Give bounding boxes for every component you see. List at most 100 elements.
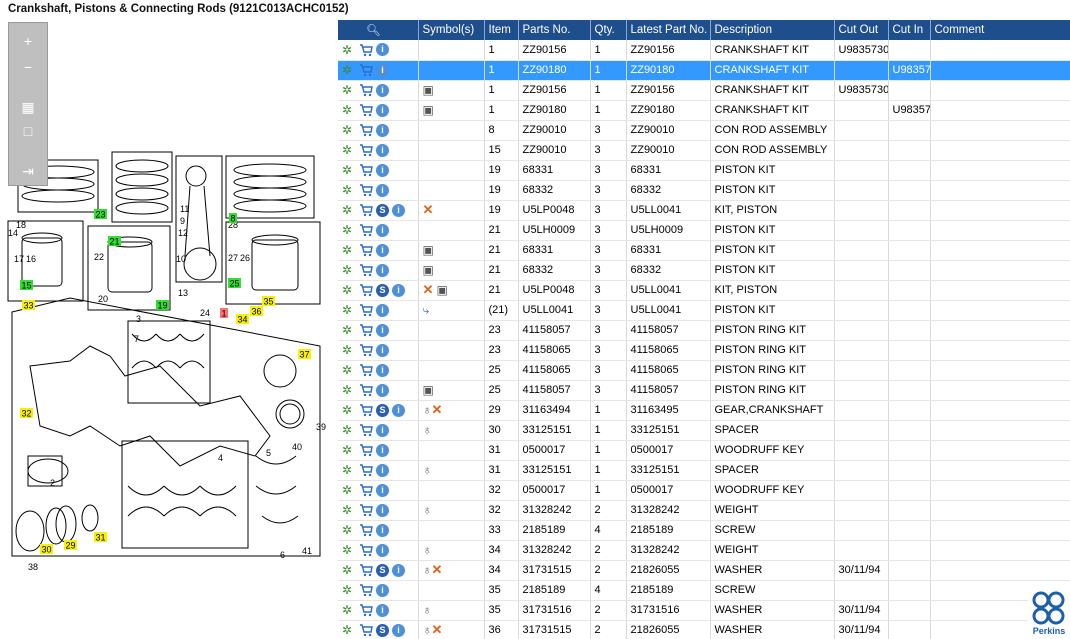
callout-label[interactable]: 21 [110,237,120,247]
cart-icon[interactable] [359,383,373,397]
table-row[interactable]: ✲ i 8 ZZ90010 3 ZZ90010 CON ROD ASSEMBLY [338,120,1070,141]
column-header[interactable]: Item [484,20,519,40]
gear-icon[interactable]: ✲ [342,483,356,497]
info-icon[interactable]: i [392,563,405,577]
cart-icon[interactable] [359,603,373,617]
s-info-icon[interactable]: S [376,283,389,297]
table-row[interactable]: ✲ i ♁ 31 33125151 1 33125151 SPACER [338,460,1070,481]
info-icon[interactable]: i [376,463,389,477]
table-row[interactable]: ✲ i ▣ 25 41158057 3 41158057 PISTON RING KIT [338,380,1070,401]
table-row[interactable]: ✲ Si ✕ 19 U5LP0048 3 U5LL0041 KIT, PISTON [338,200,1070,221]
gear-icon[interactable]: ✲ [342,303,356,317]
actual-size-icon[interactable]: □ [19,123,37,141]
superseded-icon[interactable]: ✕ [432,622,443,637]
info-icon[interactable]: i [376,123,389,137]
table-row[interactable]: ✲ i 1 ZZ90156 1 ZZ90156 CRANKSHAFT KIT U9835730 [338,40,1070,61]
cart-icon[interactable] [359,83,373,97]
callout-label[interactable]: 8 [231,214,236,224]
callout-label[interactable]: 32 [22,409,32,419]
table-row[interactable]: ✲ i ♁ 35 31731516 2 31731516 WASHER 30/11/94 [338,600,1070,621]
table-row[interactable]: ✲ i 31 0500017 1 0500017 WOODRUFF KEY [338,440,1070,461]
gear-icon[interactable]: ✲ [342,523,356,537]
gear-icon[interactable]: ✲ [342,363,356,377]
info-icon[interactable]: i [376,483,389,497]
info-icon[interactable]: i [376,43,389,57]
cart-icon[interactable] [359,123,373,137]
info-icon[interactable]: i [376,223,389,237]
info-icon[interactable]: i [376,583,389,597]
note-icon[interactable]: ♁ [423,563,432,577]
cart-icon[interactable] [359,563,373,577]
info-icon[interactable]: i [376,603,389,617]
info-icon[interactable]: i [376,303,389,317]
book-icon[interactable]: ▣ [423,383,434,397]
search-icon[interactable]: 🔍︎ [366,23,381,37]
column-header[interactable]: Qty. [590,20,627,40]
gear-icon[interactable]: ✲ [342,623,356,637]
table-row[interactable]: ✲ i ♁ 30 33125151 1 33125151 SPACER [338,420,1070,441]
cart-icon[interactable] [359,283,373,297]
callout-label[interactable]: 36 [252,307,262,317]
gear-icon[interactable]: ✲ [342,383,356,397]
cart-icon[interactable] [359,343,373,357]
callout-label[interactable]: 23 [96,210,106,220]
info-icon[interactable]: i [376,163,389,177]
cart-icon[interactable] [359,323,373,337]
gear-icon[interactable]: ✲ [342,603,356,617]
cart-icon[interactable] [359,483,373,497]
callout-label[interactable]: 30 [42,545,52,555]
s-info-icon[interactable]: S [376,563,389,577]
gear-icon[interactable]: ✲ [342,43,356,57]
info-icon[interactable]: i [392,203,405,217]
column-header[interactable]: Latest Part No. [626,20,711,40]
cart-icon[interactable] [359,523,373,537]
export-icon[interactable]: ⇥ [19,163,37,181]
gear-icon[interactable]: ✲ [342,143,356,157]
note-icon[interactable]: ♁ [423,623,432,637]
gear-icon[interactable]: ✲ [342,283,356,297]
table-row[interactable]: ✲ Si ✕ ▣ 21 U5LP0048 3 U5LL0041 KIT, PISTON [338,280,1070,301]
callout-label[interactable]: 1 [222,309,227,319]
cart-icon[interactable] [359,443,373,457]
book-icon[interactable]: ▣ [423,103,434,117]
table-row[interactable]: ✲ i ▣ 21 68332 3 68332 PISTON KIT [338,260,1070,281]
gear-icon[interactable]: ✲ [342,403,356,417]
book-icon[interactable]: ▣ [423,243,434,257]
cart-icon[interactable] [359,183,373,197]
info-icon[interactable]: i [392,403,405,417]
book-icon[interactable]: ▣ [423,263,434,277]
table-row[interactable]: ✲ i 33 2185189 4 2185189 SCREW [338,520,1070,541]
info-icon[interactable]: i [376,263,389,277]
info-icon[interactable]: i [376,443,389,457]
gear-icon[interactable]: ✲ [342,443,356,457]
table-row[interactable]: ✲ Si ♁✕ 36 31731515 2 21826055 WASHER 30/11/94 [338,620,1070,639]
info-icon[interactable]: i [376,183,389,197]
superseded-icon[interactable]: ✕ [432,562,443,577]
cart-icon[interactable] [359,103,373,117]
cart-icon[interactable] [359,303,373,317]
cart-icon[interactable] [359,263,373,277]
table-row[interactable]: ✲ i ▣ 21 68331 3 68331 PISTON KIT [338,240,1070,261]
gear-icon[interactable]: ✲ [342,503,356,517]
note-icon[interactable]: ♁ [423,463,432,477]
gear-icon[interactable]: ✲ [342,243,356,257]
column-header[interactable]: Comment [930,20,1070,40]
note-icon[interactable]: ♁ [423,503,432,517]
table-row[interactable]: ✲ Si ♁✕ 29 31163494 1 31163495 GEAR,CRANKSHAFT [338,400,1070,421]
cart-icon[interactable] [359,543,373,557]
callout-label[interactable]: 29 [66,541,76,551]
cart-icon[interactable] [359,583,373,597]
info-icon[interactable]: i [376,383,389,397]
table-row[interactable]: ✲ i 32 0500017 1 0500017 WOODRUFF KEY [338,480,1070,501]
book-icon[interactable]: ▣ [436,283,447,297]
info-icon[interactable]: i [376,323,389,337]
info-icon[interactable]: i [376,63,389,77]
cart-icon[interactable] [359,243,373,257]
column-header[interactable]: Symbol(s) [418,20,485,40]
replacement-arrow-icon[interactable]: ⤷ [423,303,430,317]
superseded-icon[interactable]: ✕ [423,282,434,297]
callout-label[interactable]: 37 [300,350,310,360]
superseded-icon[interactable]: ✕ [432,402,443,417]
cart-icon[interactable] [359,503,373,517]
info-icon[interactable]: i [376,423,389,437]
